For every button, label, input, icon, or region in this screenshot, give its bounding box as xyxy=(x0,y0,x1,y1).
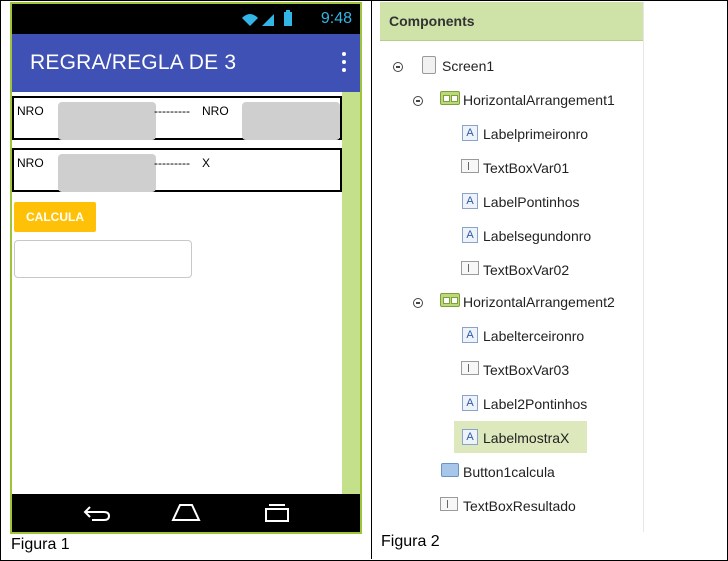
tree-item-label: Label2Pontinhos xyxy=(483,396,588,412)
phone-preview: 9:48 REGRA/REGLA DE 3 NRO --------- NRO … xyxy=(10,2,362,534)
label-icon: A xyxy=(462,429,478,445)
calcula-button[interactable]: CALCULA xyxy=(14,202,96,232)
tree-item-label: Labelterceironro xyxy=(483,328,585,344)
tree-item-labelterceironro[interactable]: A Labelterceironro xyxy=(380,324,643,350)
label-icon: A xyxy=(462,193,478,209)
tree-item-labelmostrax[interactable]: A LabelmostraX xyxy=(380,426,643,452)
tree-item-label: TextBoxVar01 xyxy=(483,160,570,176)
tree-item-labelsegundonro[interactable]: A Labelsegundonro xyxy=(380,224,643,250)
button-icon xyxy=(441,463,459,477)
collapse-toggle-icon[interactable] xyxy=(393,62,403,72)
textbox-var02[interactable] xyxy=(242,102,340,140)
figure-2-caption: Figura 2 xyxy=(381,533,440,550)
label-icon: A xyxy=(462,395,478,411)
horizontal-arrangement-2: NRO --------- X xyxy=(12,148,342,192)
horizontal-arrangement-icon xyxy=(440,293,460,307)
components-header: Components xyxy=(380,2,643,41)
tree-item-label: Button1calcula xyxy=(463,464,555,480)
home-icon[interactable] xyxy=(170,502,202,522)
tree-item-label: Labelsegundonro xyxy=(483,228,592,244)
label-segundo-nro: NRO xyxy=(202,104,229,118)
app-title: REGRA/REGLA DE 3 xyxy=(30,51,237,74)
tree-item-horizontalarrangement1[interactable]: HorizontalArrangement1 xyxy=(380,88,643,114)
recent-apps-icon[interactable] xyxy=(262,503,292,523)
tree-item-textboxresultado[interactable]: TextBoxResultado xyxy=(380,494,643,520)
tree-item-labelpontinhos[interactable]: A LabelPontinhos xyxy=(380,190,643,216)
tree-item-label: TextBoxVar02 xyxy=(483,262,570,278)
tree-item-screen1[interactable]: Screen1 xyxy=(380,54,643,80)
tree-item-label: TextBoxVar03 xyxy=(483,362,570,378)
tree-item-textboxvar02[interactable]: TextBoxVar02 xyxy=(380,258,643,284)
back-icon[interactable] xyxy=(82,504,112,522)
tree-item-button1calcula[interactable]: Button1calcula xyxy=(380,460,643,486)
overflow-menu-icon[interactable] xyxy=(342,52,346,72)
textbox-var03[interactable] xyxy=(58,154,156,192)
label-icon: A xyxy=(462,227,478,243)
textbox-icon xyxy=(440,497,458,511)
tree-item-label2pontinhos[interactable]: A Label2Pontinhos xyxy=(380,392,643,418)
status-bar: 9:48 xyxy=(12,4,360,34)
tree-item-label: HorizontalArrangement1 xyxy=(463,92,615,108)
collapse-toggle-icon[interactable] xyxy=(413,96,423,106)
tree-item-labelprimeironro[interactable]: A Labelprimeironro xyxy=(380,122,643,148)
label-mostra-x: X xyxy=(202,156,211,170)
app-bar: REGRA/REGLA DE 3 xyxy=(12,34,360,92)
signal-battery-icon xyxy=(242,10,292,26)
tree-item-textboxvar03[interactable]: TextBoxVar03 xyxy=(380,358,643,384)
tree-item-label: Labelprimeironro xyxy=(483,126,589,142)
horizontal-arrangement-1: NRO --------- NRO xyxy=(12,96,342,140)
figure-1-caption: Figura 1 xyxy=(11,536,70,553)
tree-item-textboxvar01[interactable]: TextBoxVar01 xyxy=(380,156,643,182)
textbox-var01[interactable] xyxy=(58,102,156,140)
label-2-pontinhos: --------- xyxy=(154,156,190,170)
label-terceiro-nro: NRO xyxy=(17,156,44,170)
textbox-icon xyxy=(461,261,479,275)
navigation-bar xyxy=(12,494,360,532)
tree-item-horizontalarrangement2[interactable]: HorizontalArrangement2 xyxy=(380,290,643,316)
tree-item-label: TextBoxResultado xyxy=(463,498,576,514)
status-time: 9:48 xyxy=(320,10,352,27)
textbox-icon xyxy=(461,159,479,173)
textbox-icon xyxy=(461,361,479,375)
label-icon: A xyxy=(462,125,478,141)
label-icon: A xyxy=(462,327,478,343)
textbox-resultado[interactable] xyxy=(14,240,192,278)
horizontal-arrangement-icon xyxy=(440,91,460,105)
tree-item-label: Screen1 xyxy=(442,58,495,74)
components-panel: Components Screen1 HorizontalArrangement… xyxy=(380,2,644,532)
screen-icon xyxy=(422,56,436,74)
figure-divider xyxy=(371,0,372,559)
tree-item-label: HorizontalArrangement2 xyxy=(463,294,615,310)
collapse-toggle-icon[interactable] xyxy=(413,298,423,308)
label-pontinhos: --------- xyxy=(154,104,190,118)
tree-item-label: LabelPontinhos xyxy=(483,194,580,210)
label-primeiro-nro: NRO xyxy=(17,104,44,118)
components-title: Components xyxy=(389,13,475,29)
tree-item-label: LabelmostraX xyxy=(483,430,570,446)
scrollbar[interactable] xyxy=(342,92,360,496)
